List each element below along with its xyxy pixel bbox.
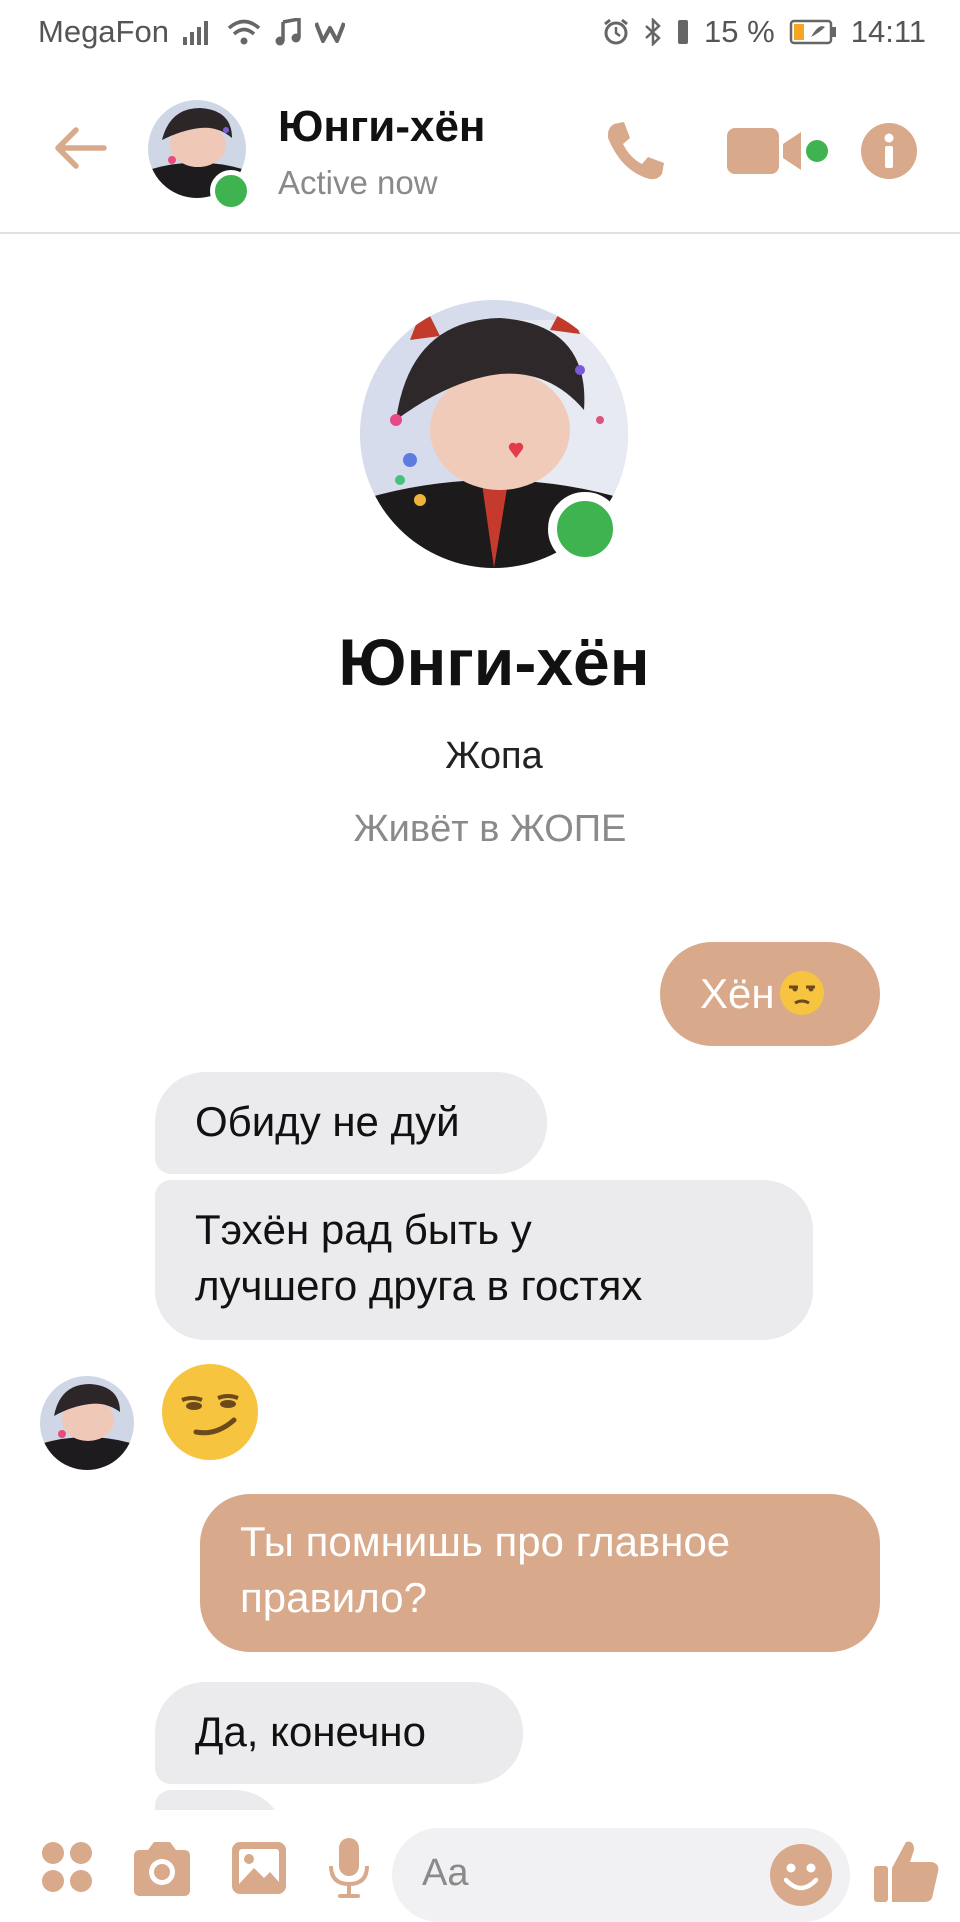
back-button[interactable] [50,118,110,178]
w-app-icon [314,20,345,44]
signal-icon [182,19,213,45]
sender-avatar[interactable] [40,1376,134,1470]
contact-name[interactable]: Юнги-хён [278,102,486,152]
video-call-button[interactable] [725,124,809,178]
emoji-message[interactable] [160,1362,260,1462]
apps-button[interactable] [40,1840,94,1894]
online-indicator [210,170,252,212]
chat-header: Юнги-хён Active now [0,64,960,234]
voice-message-button[interactable] [328,1836,370,1900]
smirking-face-icon [162,1364,258,1460]
gallery-icon [232,1842,286,1894]
info-button[interactable] [860,122,918,180]
wifi-icon [227,19,261,45]
message-input-placeholder: Aa [422,1852,469,1894]
bluetooth-icon [644,18,662,46]
presence-status: Active now [278,164,438,201]
profile-online-indicator [548,492,622,566]
info-icon [861,123,917,179]
outgoing-message[interactable]: Хён [660,942,880,1046]
unamused-face-icon [779,971,824,1015]
message-text: Хён [700,970,775,1017]
outgoing-message[interactable]: Ты помнишь про главное правило? [200,1494,880,1652]
profile-name: Юнги-хён [338,625,650,699]
back-arrow-icon [55,127,107,169]
status-bar: MegaFon 15 % 14:11 [0,0,960,64]
incoming-message[interactable]: Тэхён рад быть у лучшего друга в гостях [155,1180,813,1340]
phone-icon [607,122,664,180]
message-text-line: Ты помнишь про главное [240,1518,731,1565]
profile-subtitle: Жопа [445,735,543,777]
message-text-line: лучшего друга в гостях [195,1262,643,1309]
gallery-button[interactable] [230,1840,288,1896]
incoming-message[interactable]: Да, конечно [155,1682,523,1784]
thumbs-up-icon [874,1841,939,1902]
music-note-icon [275,18,301,46]
carrier-name: MegaFon [38,14,169,49]
message-text: Да, конечно [195,1708,426,1755]
apps-icon [42,1842,92,1892]
message-text-line: Тэхён рад быть у [195,1206,532,1253]
incoming-message[interactable]: Обиду не дуй [155,1072,547,1174]
battery-icon [789,19,837,45]
emoji-icon [770,1844,832,1906]
microphone-icon [329,1838,369,1898]
video-active-indicator [806,140,828,162]
alarm-icon [602,18,630,46]
message-text-line: правило? [240,1574,427,1621]
clock: 14:11 [850,14,926,49]
profile-location: Живёт в ЖОПЕ [353,808,627,850]
emoji-button[interactable] [768,1842,834,1908]
vibrate-icon [676,18,690,46]
video-camera-icon [727,128,801,174]
voice-call-button[interactable] [600,116,670,186]
camera-icon [134,1842,190,1896]
like-button[interactable] [872,1836,942,1906]
battery-percent: 15 % [704,14,775,49]
message-text: Обиду не дуй [195,1098,460,1145]
message-input[interactable]: Aa [392,1828,850,1922]
camera-button[interactable] [130,1840,194,1898]
message-composer: Aa [0,1810,960,1922]
